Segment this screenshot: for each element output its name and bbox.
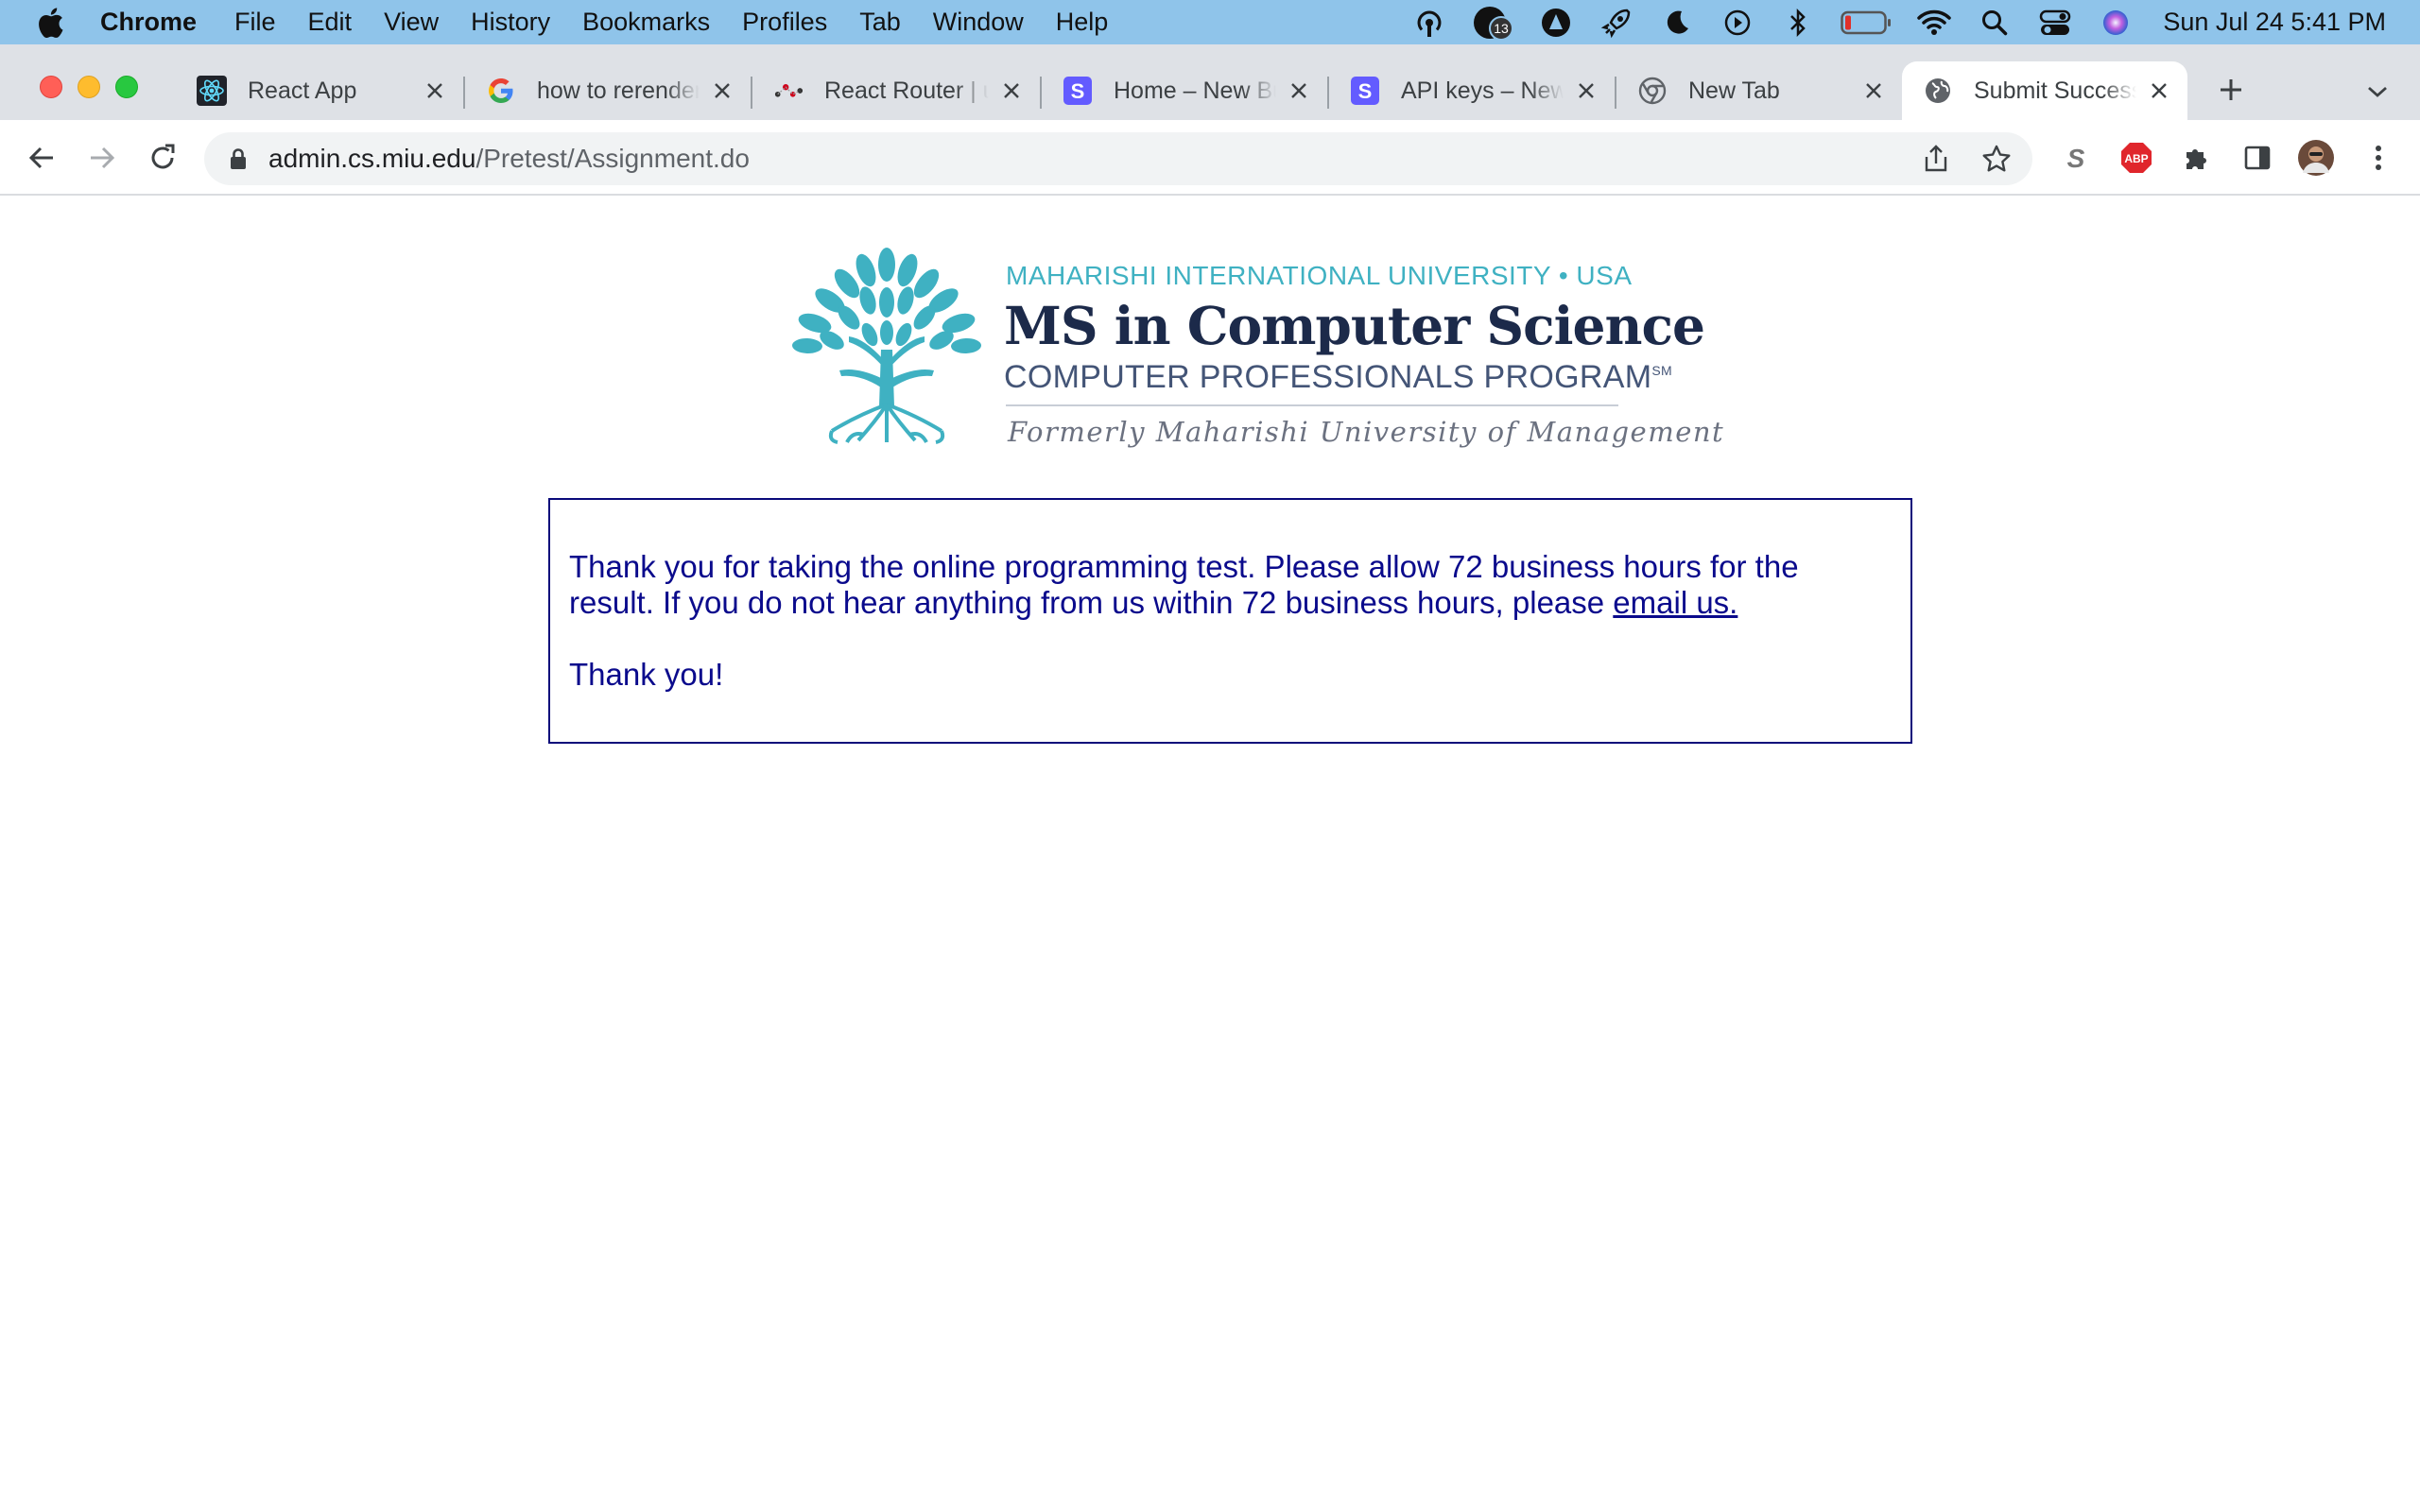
more-menu-icon[interactable] <box>2360 139 2397 177</box>
url-path: /Pretest/Assignment.do <box>475 144 750 173</box>
email-us-link[interactable]: email us. <box>1613 585 1737 620</box>
omnibox-actions <box>1894 140 2015 178</box>
tab-title: React Router | u <box>824 77 989 105</box>
spotlight-search-icon[interactable] <box>1976 4 2014 42</box>
bluetooth-icon[interactable] <box>1779 4 1817 42</box>
svg-text:ABP: ABP <box>2124 152 2148 165</box>
minimize-window-button[interactable] <box>78 76 100 98</box>
menu-view[interactable]: View <box>384 0 439 44</box>
menu-window[interactable]: Window <box>933 0 1024 44</box>
logo-university-name: MAHARISHI INTERNATIONAL UNIVERSITY • USA <box>1006 261 1633 290</box>
adblock-plus-icon[interactable]: ABP <box>2118 139 2155 177</box>
tab-title: how to rerender <box>537 77 700 105</box>
logo-divider <box>1006 404 1618 406</box>
lock-icon[interactable] <box>225 146 251 172</box>
extension-s-icon[interactable]: S <box>2057 139 2095 177</box>
close-icon[interactable] <box>1284 76 1314 106</box>
close-icon[interactable] <box>707 76 737 106</box>
submission-message-box: Thank you for taking the online programm… <box>548 498 1912 744</box>
logo-former-name: Formerly Maharishi University of Managem… <box>1008 416 1725 448</box>
svg-text:S: S <box>1358 79 1373 103</box>
tab-title: Home – New Bu <box>1114 77 1276 105</box>
menu-help[interactable]: Help <box>1056 0 1109 44</box>
control-center-icon[interactable] <box>2036 4 2074 42</box>
close-window-button[interactable] <box>40 76 62 98</box>
tab-title: API keys – New <box>1401 77 1564 105</box>
moon-icon[interactable] <box>1658 4 1696 42</box>
zoom-window-button[interactable] <box>115 76 138 98</box>
menu-profiles[interactable]: Profiles <box>742 0 827 44</box>
menu-edit[interactable]: Edit <box>308 0 353 44</box>
tab-stripe-api-keys[interactable]: S API keys – New <box>1329 61 1616 120</box>
forward-button[interactable] <box>83 139 121 177</box>
tab-strip: React App how to rerender React Router |… <box>0 44 2420 120</box>
globe-icon <box>1923 76 1953 106</box>
tab-google-search[interactable]: how to rerender <box>465 61 752 120</box>
battery-icon[interactable] <box>1840 4 1893 42</box>
tab-title: New Tab <box>1688 77 1851 105</box>
logo-program-subtitle: COMPUTER PROFESSIONALS PROGRAMSM <box>1004 359 1672 396</box>
url-text[interactable]: admin.cs.miu.edu/Pretest/Assignment.do <box>268 144 750 174</box>
siri-icon[interactable] <box>2097 4 2135 42</box>
google-icon <box>486 76 516 106</box>
menu-tab[interactable]: Tab <box>859 0 901 44</box>
tab-react-app[interactable]: React App <box>176 61 465 120</box>
reload-button[interactable] <box>144 139 182 177</box>
url-host: admin.cs.miu.edu <box>268 144 476 173</box>
share-icon[interactable] <box>1917 140 1955 178</box>
notification-badge-icon[interactable]: 13 <box>1471 4 1514 42</box>
close-icon[interactable] <box>996 76 1027 106</box>
airdrop-icon[interactable] <box>1410 4 1448 42</box>
tab-stripe-home[interactable]: S Home – New Bu <box>1042 61 1329 120</box>
badge-count: 13 <box>1495 21 1510 36</box>
side-panel-icon[interactable] <box>2238 139 2276 177</box>
tab-search-chevron-icon[interactable] <box>2359 75 2396 109</box>
window-controls <box>40 76 153 98</box>
chrome-icon <box>1637 76 1668 106</box>
tab-title: Submit Success <box>1974 77 2136 105</box>
react-icon <box>197 76 227 106</box>
tab-submit-success[interactable]: Submit Success <box>1902 61 2187 120</box>
extensions-puzzle-icon[interactable] <box>2178 139 2216 177</box>
tab-new-tab[interactable]: New Tab <box>1616 61 1902 120</box>
close-icon[interactable] <box>2144 76 2174 106</box>
miu-logo: MAHARISHI INTERNATIONAL UNIVERSITY • USA… <box>790 246 1723 454</box>
status-area: 13 Sun Jul 24 5:41 PM <box>1410 0 2420 44</box>
profile-avatar[interactable] <box>2297 139 2335 177</box>
menu-history[interactable]: History <box>471 0 550 44</box>
address-bar[interactable]: admin.cs.miu.edu/Pretest/Assignment.do <box>204 132 2032 185</box>
tab-react-router[interactable]: React Router | u <box>752 61 1042 120</box>
menu-bar: Chrome File Edit View History Bookmarks … <box>0 0 2420 44</box>
back-button[interactable] <box>23 139 60 177</box>
submission-message: Thank you for taking the online programm… <box>569 549 1892 621</box>
thank-you-text: Thank you! <box>569 657 724 692</box>
logo-subtitle-text: COMPUTER PROFESSIONALS PROGRAM <box>1004 359 1652 395</box>
new-tab-button[interactable] <box>2212 71 2250 109</box>
play-icon[interactable] <box>1719 4 1756 42</box>
stripe-icon: S <box>1063 76 1093 106</box>
react-router-icon <box>773 76 804 106</box>
logo-program-title: MS in Computer Science <box>1004 295 1705 356</box>
apple-icon[interactable] <box>36 7 66 39</box>
stripe-icon: S <box>1350 76 1380 106</box>
menu-file[interactable]: File <box>234 0 276 44</box>
tree-logo-icon <box>792 248 981 444</box>
menubar-clock[interactable]: Sun Jul 24 5:41 PM <box>2163 8 2386 37</box>
bookmark-star-icon[interactable] <box>1978 140 2015 178</box>
browser-toolbar: admin.cs.miu.edu/Pretest/Assignment.do S… <box>0 120 2420 196</box>
close-icon[interactable] <box>1858 76 1889 106</box>
rocket-icon[interactable] <box>1598 4 1635 42</box>
menu-app-name[interactable]: Chrome <box>100 0 197 44</box>
svg-text:S: S <box>2067 144 2085 172</box>
wifi-icon[interactable] <box>1915 4 1953 42</box>
menu-bookmarks[interactable]: Bookmarks <box>582 0 710 44</box>
close-icon[interactable] <box>420 76 450 106</box>
service-mark: SM <box>1651 363 1672 378</box>
tab-title: React App <box>248 77 412 105</box>
vpn-icon[interactable] <box>1537 4 1575 42</box>
close-icon[interactable] <box>1571 76 1601 106</box>
svg-text:S: S <box>1071 79 1085 103</box>
